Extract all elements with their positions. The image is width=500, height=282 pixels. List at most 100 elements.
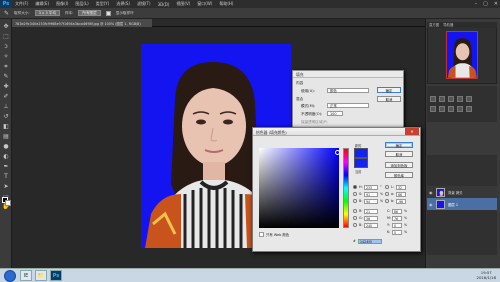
close-icon[interactable]: ✕ bbox=[405, 128, 419, 135]
type-tool-icon[interactable]: T bbox=[2, 173, 10, 181]
m-input[interactable]: 76 bbox=[392, 215, 402, 221]
menu-image[interactable]: 图像(I) bbox=[56, 1, 68, 7]
system-clock[interactable]: 19:57 2016/1/18 bbox=[477, 270, 496, 280]
menu-3d[interactable]: 3D(D) bbox=[158, 2, 170, 7]
opacity-input[interactable]: 100 bbox=[327, 111, 343, 116]
eye-icon[interactable]: ◉ bbox=[429, 202, 433, 207]
levels-icon[interactable] bbox=[439, 96, 445, 102]
fill-cancel-button[interactable]: 取消 bbox=[377, 96, 401, 102]
eyedropper-tool-icon[interactable]: ✎ bbox=[2, 73, 10, 81]
g-radio[interactable] bbox=[353, 216, 357, 220]
path-select-icon[interactable]: ➤ bbox=[2, 183, 10, 191]
start-button[interactable] bbox=[4, 269, 16, 282]
taskbar-photoshop[interactable]: Ps bbox=[50, 270, 62, 281]
menu-file[interactable]: 文件(F) bbox=[15, 1, 28, 7]
menu-help[interactable]: 帮助(H) bbox=[219, 1, 233, 7]
a-input[interactable]: 66 bbox=[396, 191, 406, 197]
preserve-transparency-label[interactable]: 保留透明区域(P) bbox=[301, 120, 328, 125]
exposure-icon[interactable] bbox=[457, 96, 463, 102]
current-color-swatch[interactable] bbox=[354, 158, 368, 168]
stamp-tool-icon[interactable]: ⊥ bbox=[2, 103, 10, 111]
sample-size-select[interactable]: 3 x 3 平均 bbox=[34, 10, 60, 16]
taskbar-ie[interactable]: IE bbox=[20, 270, 32, 281]
web-colors-checkbox[interactable] bbox=[259, 232, 264, 237]
marquee-tool-icon[interactable]: ⬚ bbox=[2, 33, 10, 41]
eraser-tool-icon[interactable]: ◧ bbox=[2, 123, 10, 131]
picker-cancel-button[interactable]: 取消 bbox=[385, 151, 413, 157]
a-radio[interactable] bbox=[385, 192, 389, 196]
menu-window[interactable]: 窗口(W) bbox=[197, 1, 212, 7]
healing-tool-icon[interactable]: ✚ bbox=[2, 83, 10, 91]
c-input[interactable]: 86 bbox=[392, 208, 402, 214]
sample-select[interactable]: 所有图层 bbox=[78, 10, 101, 16]
fill-ok-button[interactable]: 确定 bbox=[377, 87, 401, 93]
menu-layer[interactable]: 图层(L) bbox=[75, 1, 88, 7]
k-input[interactable]: 0 bbox=[392, 229, 402, 235]
brightness-icon[interactable] bbox=[430, 96, 436, 102]
r-input[interactable]: 21 bbox=[364, 208, 378, 214]
gradient-tool-icon[interactable]: ▤ bbox=[2, 133, 10, 141]
taskbar-explorer[interactable]: 📁 bbox=[35, 270, 47, 281]
lab-b-input[interactable]: -96 bbox=[396, 198, 406, 204]
brush-tool-icon[interactable]: ✐ bbox=[2, 93, 10, 101]
color-libraries-button[interactable]: 颜色库 bbox=[385, 172, 413, 178]
g-input[interactable]: 36 bbox=[364, 215, 378, 221]
document-tab[interactable]: 783e29c340e253fc9968e97f1694a3bca4698f.j… bbox=[12, 19, 152, 27]
navigator-thumbnail[interactable] bbox=[446, 31, 478, 79]
layer-row-selected[interactable]: ◉ 图层 1 bbox=[427, 198, 497, 210]
layer-row[interactable]: ◉ 背景 拷贝 bbox=[427, 186, 497, 198]
crop-tool-icon[interactable]: ⌗ bbox=[2, 63, 10, 71]
move-tool-icon[interactable]: ✥ bbox=[2, 23, 10, 31]
maximize-icon[interactable]: ▢ bbox=[483, 1, 488, 7]
menu-filter[interactable]: 滤镜(T) bbox=[137, 1, 151, 7]
vibrance-icon[interactable] bbox=[466, 96, 472, 102]
s-radio[interactable] bbox=[353, 192, 357, 196]
b-input[interactable]: 94 bbox=[364, 198, 378, 204]
blue-radio[interactable] bbox=[353, 223, 357, 227]
picker-ok-button[interactable]: 确定 bbox=[385, 142, 413, 148]
y-input[interactable]: 0 bbox=[392, 222, 402, 228]
add-to-swatches-button[interactable]: 添加到色板 bbox=[385, 162, 413, 168]
tab-histogram[interactable]: 直方图 bbox=[429, 22, 439, 28]
quick-select-tool-icon[interactable]: ✧ bbox=[2, 53, 10, 61]
photo-filter-icon[interactable] bbox=[457, 106, 463, 112]
minimize-icon[interactable]: – bbox=[475, 1, 478, 7]
bw-icon[interactable] bbox=[448, 106, 454, 112]
dodge-tool-icon[interactable]: ◐ bbox=[2, 153, 10, 161]
hue-sat-icon[interactable] bbox=[430, 106, 436, 112]
close-icon[interactable]: ✕ bbox=[494, 1, 498, 7]
blur-tool-icon[interactable]: ● bbox=[2, 143, 10, 151]
l-input[interactable]: 32 bbox=[396, 184, 406, 190]
color-field-cursor[interactable] bbox=[335, 150, 340, 155]
r-radio[interactable] bbox=[353, 209, 357, 213]
lab-b-radio[interactable] bbox=[385, 199, 389, 203]
history-brush-icon[interactable]: ↺ bbox=[2, 113, 10, 121]
h-radio[interactable] bbox=[353, 185, 357, 189]
channel-mixer-icon[interactable] bbox=[466, 106, 472, 112]
color-balance-icon[interactable] bbox=[439, 106, 445, 112]
curves-icon[interactable] bbox=[448, 96, 454, 102]
menu-type[interactable]: 类型(Y) bbox=[96, 1, 110, 7]
hue-slider[interactable] bbox=[343, 148, 349, 228]
eye-icon[interactable]: ◉ bbox=[429, 190, 433, 195]
menu-view[interactable]: 视图(V) bbox=[176, 1, 190, 7]
h-input[interactable]: 233 bbox=[364, 184, 378, 190]
mode-select[interactable]: 正常 bbox=[327, 103, 369, 108]
hex-input[interactable]: 1424f0 bbox=[357, 238, 382, 244]
lasso-tool-icon[interactable]: ↄ bbox=[2, 43, 10, 51]
l-radio[interactable] bbox=[385, 185, 389, 189]
use-select[interactable]: 颜色 bbox=[327, 88, 369, 93]
s-input[interactable]: 91 bbox=[364, 191, 378, 197]
b-radio[interactable] bbox=[353, 199, 357, 203]
menu-select[interactable]: 选择(S) bbox=[116, 1, 130, 7]
eyedropper-icon[interactable]: ✎ bbox=[4, 10, 9, 17]
saturation-brightness-field[interactable] bbox=[259, 148, 340, 228]
web-colors-option: 只有 Web 颜色 bbox=[259, 232, 289, 237]
menu-edit[interactable]: 编辑(E) bbox=[35, 1, 49, 7]
photoshop-logo[interactable]: Ps bbox=[0, 0, 12, 8]
tab-navigator[interactable]: 导航器 bbox=[443, 22, 453, 28]
blue-input[interactable]: 240 bbox=[364, 222, 378, 228]
background-color-swatch[interactable] bbox=[5, 200, 11, 206]
show-ring-checkbox[interactable] bbox=[105, 10, 111, 16]
pen-tool-icon[interactable]: ✒ bbox=[2, 163, 10, 171]
